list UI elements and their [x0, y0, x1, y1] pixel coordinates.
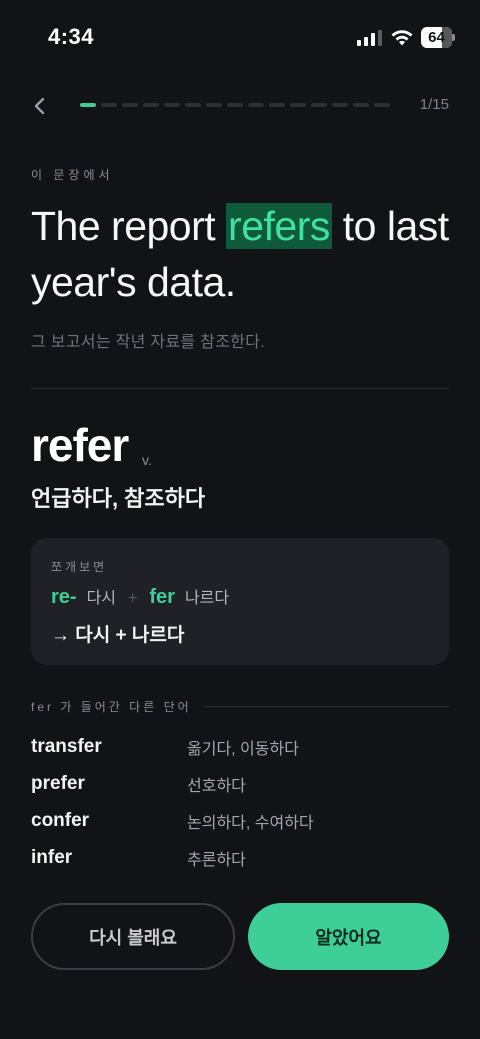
progress-segment: [332, 103, 348, 107]
related-word-meaning: 옮기다, 이동하다: [187, 740, 299, 758]
progress-segment: [248, 103, 264, 107]
progress-segment: [374, 103, 390, 107]
cellular-signal-icon: [357, 30, 382, 46]
plus-sign: +: [128, 590, 138, 607]
sentence-before: The report: [31, 203, 227, 249]
sentence-section-label: 이 문장에서: [31, 168, 114, 182]
progress-segment: [269, 103, 285, 107]
page-counter: 1/15: [419, 96, 449, 113]
progress-segment: [101, 103, 117, 107]
review-again-button[interactable]: 다시 볼래요: [31, 903, 235, 970]
progress-segment: [227, 103, 243, 107]
chevron-left-icon: [34, 97, 45, 115]
sentence-translation: 그 보고서는 작년 자료를 참조한다.: [31, 334, 266, 351]
battery-icon: 64: [421, 27, 455, 48]
progress-segment: [143, 103, 159, 107]
word-parts: re- 다시 + fer 나르다: [51, 584, 229, 609]
list-item: prefer 선호하다: [31, 765, 449, 802]
breakdown-result: → 다시 + 나르다: [51, 625, 185, 646]
related-word: transfer: [31, 735, 102, 757]
breakdown-label: 쪼개보면: [51, 560, 108, 574]
progress-segment: [353, 103, 369, 107]
related-words-list: transfer 옮기다, 이동하다 prefer 선호하다 confer 논의…: [31, 728, 449, 876]
highlighted-word: refers: [226, 203, 332, 249]
breakdown-card: 쪼개보면 re- 다시 + fer 나르다 → 다시 + 나르다: [31, 538, 449, 665]
list-item: transfer 옮기다, 이동하다: [31, 728, 449, 765]
divider: [204, 706, 449, 707]
related-word-meaning: 추론하다: [187, 851, 246, 869]
part-of-speech: v.: [142, 452, 152, 468]
related-word-meaning: 논의하다, 수여하다: [187, 814, 314, 832]
related-words-label: fer 가 들어간 다른 단어: [31, 700, 192, 714]
word-meaning: 언급하다, 참조하다: [31, 486, 206, 511]
progress-segment: [185, 103, 201, 107]
related-word: prefer: [31, 772, 85, 794]
battery-level: 64: [428, 29, 445, 46]
got-it-button[interactable]: 알았어요: [248, 903, 449, 970]
progress-segment: [122, 103, 138, 107]
related-word-meaning: 선호하다: [187, 777, 246, 795]
progress-segment: [80, 103, 96, 107]
prefix-meaning: 다시: [86, 590, 117, 607]
status-bar: 4:34 64: [0, 0, 480, 76]
stem-meaning: 나르다: [184, 590, 230, 607]
list-item: confer 논의하다, 수여하다: [31, 802, 449, 839]
stem-root: fer: [149, 586, 175, 608]
wifi-icon: [391, 30, 413, 46]
progress-segment: [206, 103, 222, 107]
status-time: 4:34: [48, 24, 95, 49]
related-word: confer: [31, 809, 90, 831]
vocab-word: refer: [31, 419, 129, 471]
progress-segment: [290, 103, 306, 107]
progress-bar: [80, 103, 390, 107]
prefix-root: re-: [51, 586, 77, 608]
list-item: infer 추론하다: [31, 839, 449, 876]
progress-segment: [311, 103, 327, 107]
related-word: infer: [31, 846, 73, 868]
example-sentence: The report refers to last year's data.: [31, 198, 461, 310]
back-button[interactable]: [26, 92, 54, 120]
progress-segment: [164, 103, 180, 107]
divider: [31, 388, 449, 389]
